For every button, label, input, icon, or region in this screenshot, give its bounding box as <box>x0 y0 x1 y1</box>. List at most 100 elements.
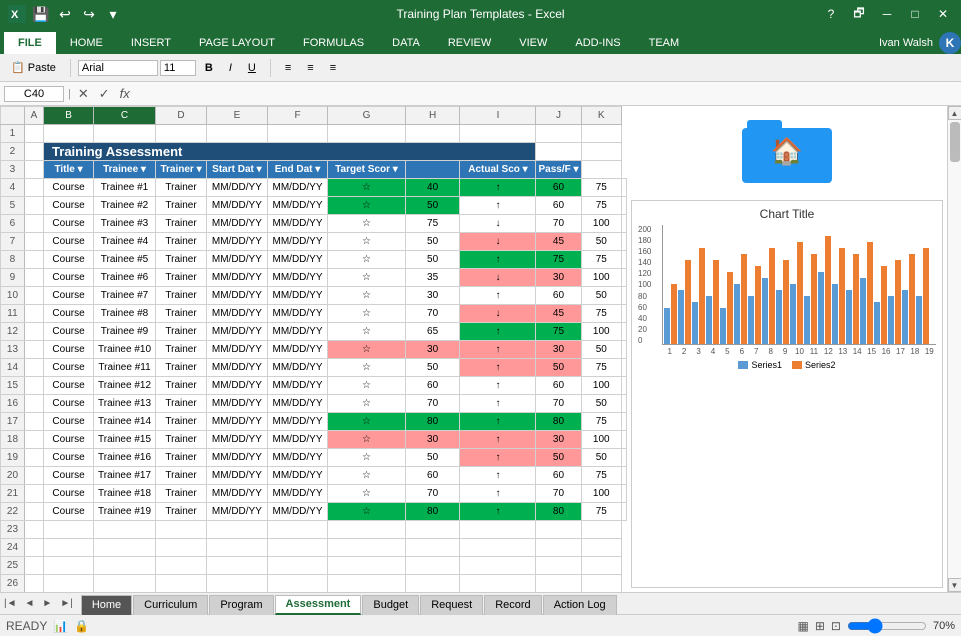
sheet-tab-program[interactable]: Program <box>209 595 273 615</box>
target-score-cell[interactable]: 50 <box>405 233 460 251</box>
tab-formulas[interactable]: FORMULAS <box>289 32 378 54</box>
sheet-tab-request[interactable]: Request <box>420 595 483 615</box>
bar-series1[interactable] <box>804 296 810 344</box>
target-score-cell[interactable]: 80 <box>405 413 460 431</box>
empty-cell[interactable] <box>405 557 460 575</box>
align-center-button[interactable]: ≡ <box>300 59 320 77</box>
target-icon-cell[interactable]: ☆ <box>328 179 405 197</box>
cell-empty[interactable] <box>24 179 43 197</box>
scroll-up-button[interactable]: ▲ <box>948 106 961 120</box>
data-cell[interactable]: Trainee #5 <box>94 251 156 269</box>
header-start-date[interactable]: Start Dat ▾ <box>207 161 268 179</box>
empty-cell[interactable] <box>405 539 460 557</box>
data-cell[interactable]: Course <box>44 449 94 467</box>
minimize-button[interactable]: ─ <box>877 4 897 24</box>
target-score-cell[interactable]: 30 <box>405 431 460 449</box>
actual-score-cell[interactable]: 50 <box>536 449 581 467</box>
save-icon[interactable]: 💾 <box>32 5 50 23</box>
empty-cell[interactable] <box>581 575 621 593</box>
header-target-icon[interactable] <box>405 161 460 179</box>
tab-insert[interactable]: INSERT <box>117 32 185 54</box>
formula-input[interactable] <box>137 87 957 101</box>
cell-empty[interactable] <box>24 341 43 359</box>
data-cell[interactable]: Course <box>44 431 94 449</box>
target-icon-cell[interactable]: ☆ <box>328 449 405 467</box>
bar-series2[interactable] <box>909 254 915 344</box>
target-icon-cell[interactable]: ☆ <box>328 251 405 269</box>
bar-series1[interactable] <box>818 272 824 344</box>
data-cell[interactable]: MM/DD/YY <box>207 179 268 197</box>
pass-fail-cell[interactable]: 100 <box>581 269 621 287</box>
zoom-slider[interactable] <box>847 618 927 634</box>
bar-series1[interactable] <box>734 284 740 344</box>
data-cell[interactable]: MM/DD/YY <box>207 287 268 305</box>
bar-series1[interactable] <box>874 302 880 344</box>
empty-cell[interactable] <box>267 575 328 593</box>
actual-icon-cell[interactable]: ↑ <box>460 431 536 449</box>
row-number[interactable]: 23 <box>1 521 25 539</box>
data-cell[interactable]: Trainee #15 <box>94 431 156 449</box>
actual-score-cell[interactable]: 75 <box>536 323 581 341</box>
empty-cell[interactable] <box>44 521 94 539</box>
cell-empty-k[interactable] <box>622 503 627 521</box>
data-cell[interactable]: Course <box>44 305 94 323</box>
cell-J2[interactable] <box>536 143 581 161</box>
data-cell[interactable]: Course <box>44 179 94 197</box>
cell-empty-k[interactable] <box>622 305 627 323</box>
pass-fail-cell[interactable]: 50 <box>581 233 621 251</box>
data-cell[interactable]: MM/DD/YY <box>267 197 328 215</box>
pass-fail-cell[interactable]: 75 <box>581 467 621 485</box>
undo-icon[interactable]: ↩ <box>56 5 74 23</box>
cell-empty[interactable] <box>24 431 43 449</box>
target-score-cell[interactable]: 35 <box>405 269 460 287</box>
cell-empty-k[interactable] <box>622 449 627 467</box>
target-icon-cell[interactable]: ☆ <box>328 377 405 395</box>
data-cell[interactable]: Trainer <box>155 503 206 521</box>
target-icon-cell[interactable]: ☆ <box>328 485 405 503</box>
data-cell[interactable]: MM/DD/YY <box>267 449 328 467</box>
data-cell[interactable]: Trainer <box>155 449 206 467</box>
maximize-button[interactable]: □ <box>905 4 925 24</box>
bar-series2[interactable] <box>671 284 677 344</box>
data-cell[interactable]: Trainee #8 <box>94 305 156 323</box>
sheet-tab-home[interactable]: Home <box>81 595 132 615</box>
italic-button[interactable]: I <box>222 59 239 77</box>
tab-page-layout[interactable]: PAGE LAYOUT <box>185 32 289 54</box>
bar-series1[interactable] <box>888 296 894 344</box>
target-score-cell[interactable]: 60 <box>405 467 460 485</box>
cell-E1[interactable] <box>207 125 268 143</box>
bar-series2[interactable] <box>853 254 859 344</box>
cell-empty[interactable] <box>24 377 43 395</box>
target-icon-cell[interactable]: ☆ <box>328 341 405 359</box>
col-header-G[interactable]: G <box>328 107 405 125</box>
bar-series2[interactable] <box>713 260 719 344</box>
cell-F1[interactable] <box>267 125 328 143</box>
bar-series2[interactable] <box>881 266 887 344</box>
actual-score-cell[interactable]: 70 <box>536 485 581 503</box>
cell-empty[interactable] <box>24 251 43 269</box>
data-cell[interactable]: MM/DD/YY <box>267 359 328 377</box>
data-cell[interactable]: Course <box>44 413 94 431</box>
bar-series2[interactable] <box>699 248 705 344</box>
data-cell[interactable]: Course <box>44 233 94 251</box>
target-icon-cell[interactable]: ☆ <box>328 269 405 287</box>
empty-cell[interactable] <box>460 539 536 557</box>
data-cell[interactable]: Course <box>44 197 94 215</box>
cell-empty-k[interactable] <box>622 287 627 305</box>
bar-series2[interactable] <box>895 260 901 344</box>
actual-score-cell[interactable]: 60 <box>536 467 581 485</box>
align-right-button[interactable]: ≡ <box>323 59 343 77</box>
data-cell[interactable]: Course <box>44 287 94 305</box>
data-cell[interactable]: Trainer <box>155 251 206 269</box>
sheet-tab-assessment[interactable]: Assessment <box>275 595 362 615</box>
bar-series2[interactable] <box>811 254 817 344</box>
data-cell[interactable]: Trainee #14 <box>94 413 156 431</box>
data-cell[interactable]: Trainer <box>155 197 206 215</box>
data-cell[interactable]: MM/DD/YY <box>267 431 328 449</box>
bar-series1[interactable] <box>860 278 866 344</box>
underline-button[interactable]: U <box>241 59 263 77</box>
cell-empty-k[interactable] <box>622 323 627 341</box>
cell-I1[interactable] <box>460 125 536 143</box>
actual-score-cell[interactable]: 60 <box>536 179 581 197</box>
actual-icon-cell[interactable]: ↓ <box>460 305 536 323</box>
